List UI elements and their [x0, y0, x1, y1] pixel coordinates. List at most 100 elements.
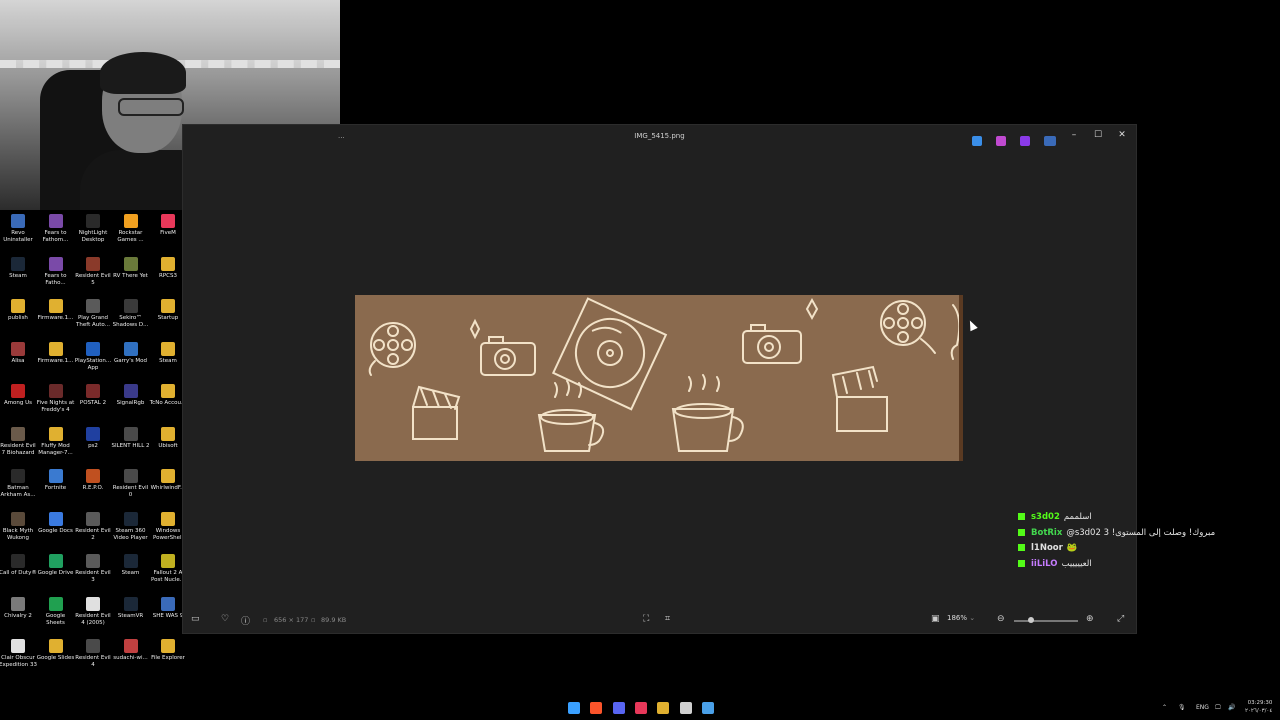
chrome-icon[interactable]: [679, 702, 692, 714]
fullscreen-icon[interactable]: ⤢: [1117, 614, 1124, 624]
desktop-icon[interactable]: Fortnite: [37, 469, 75, 492]
desktop-icon[interactable]: SILENT HILL 2: [112, 426, 150, 450]
desktop-icon[interactable]: Among Us: [0, 384, 37, 407]
app-icon: [48, 426, 63, 441]
desktop-icon[interactable]: Firmware.1...: [37, 341, 75, 365]
desktop-icon[interactable]: SignalRgb: [112, 384, 150, 407]
network-icon[interactable]: 🖵: [1215, 704, 1221, 712]
desktop-icon[interactable]: Resident Evil 7 Biohazard: [0, 426, 37, 457]
affinity-icon[interactable]: [634, 702, 647, 714]
chat-username[interactable]: l1Noor: [1031, 543, 1063, 553]
desktop-icon[interactable]: Resident Evil 5: [74, 256, 112, 287]
zoom-level[interactable]: 186% ⌄: [947, 614, 985, 626]
brave-icon[interactable]: [590, 702, 603, 714]
desktop-icon[interactable]: Fluffy Mod Manager-7...: [37, 426, 75, 457]
desktop-icon[interactable]: sudachi-wi...: [112, 639, 150, 662]
windows-start-icon[interactable]: [568, 702, 580, 714]
zoom-out-icon[interactable]: ⊖: [997, 614, 1005, 624]
fit-to-window-icon[interactable]: ▣: [931, 614, 940, 624]
chat-text: @s3d02 3 !مبروك! وصلت إلى المستوى: [1066, 527, 1216, 538]
chevron-up-icon[interactable]: ⌃: [1162, 704, 1167, 711]
desktop-icon[interactable]: POSTAL 2: [74, 384, 112, 407]
desktop-icon[interactable]: Google Drive: [37, 554, 75, 577]
volume-icon[interactable]: 🔊: [1228, 704, 1235, 711]
zoom-in-icon[interactable]: ⊕: [1086, 614, 1094, 624]
desktop-icon[interactable]: PlayStation... App: [74, 341, 112, 372]
image-icon: ▫: [263, 616, 268, 624]
app-icon: [123, 299, 138, 313]
desktop-icon[interactable]: Call of Duty®: [0, 554, 37, 577]
desktop-icon[interactable]: SteamVR: [112, 596, 150, 620]
desktop-icon[interactable]: Play Grand Theft Auto...: [74, 299, 112, 329]
app-icon: [48, 299, 63, 313]
desktop-icon[interactable]: Chivalry 2: [0, 596, 37, 620]
crop-icon[interactable]: ⛶: [643, 614, 649, 624]
language-indicator[interactable]: ENG: [1196, 704, 1209, 711]
desktop-icon[interactable]: Rockstar Games ...: [112, 214, 150, 244]
desktop-icon-label: NightLight Desktop: [78, 230, 108, 243]
maximize-button[interactable]: ☐: [1091, 130, 1105, 140]
cloud-icon[interactable]: [1044, 136, 1057, 146]
photos-icon[interactable]: [701, 702, 714, 714]
desktop-icon[interactable]: Resident Evil 0: [112, 469, 150, 499]
desktop-icon-label: Rockstar Games ...: [117, 230, 144, 243]
close-button[interactable]: ✕: [1115, 130, 1129, 140]
app-icon: [123, 214, 138, 228]
desktop-icon[interactable]: Fears to Fatho...: [37, 256, 75, 287]
desktop-icon[interactable]: Batman Arkham As...: [0, 469, 37, 499]
desktop-icon[interactable]: Black Myth Wukong: [0, 511, 37, 542]
title-bar[interactable]: ... IMG_5415.png – ☐ ✕: [183, 125, 1136, 149]
zoom-slider-knob[interactable]: [1028, 617, 1034, 623]
app-icon: [86, 554, 100, 568]
desktop-icon-label: Resident Evil 5: [75, 272, 111, 286]
desktop-icon-label: Fluffy Mod Manager-7...: [38, 442, 73, 456]
desktop-icon[interactable]: Alisa: [0, 341, 37, 365]
file-explorer-icon[interactable]: [657, 702, 670, 714]
chat-username[interactable]: iiLiLO: [1031, 559, 1058, 569]
desktop-icon[interactable]: Steam 360 Video Player: [112, 511, 150, 542]
desktop-icon[interactable]: Steam: [112, 554, 150, 577]
desktop-icon[interactable]: Steam: [0, 256, 37, 280]
favorite-icon[interactable]: ♡: [221, 614, 229, 624]
desktop-icon[interactable]: Resident Evil 4: [74, 639, 112, 669]
desktop-icon[interactable]: File Explorer: [149, 639, 187, 662]
desktop-icon-label: SignalRgb: [116, 400, 145, 406]
chat-username[interactable]: BotRix: [1031, 528, 1062, 538]
filmstrip-icon[interactable]: ▭: [191, 614, 200, 624]
desktop-icon[interactable]: Clair Obscur Expedition 33: [0, 639, 37, 669]
designer-icon[interactable]: [1020, 136, 1031, 146]
desktop-icon[interactable]: Google Docs: [37, 511, 75, 535]
desktop-icon[interactable]: NightLight Desktop: [74, 214, 112, 244]
zoom-slider[interactable]: [1014, 617, 1078, 623]
desktop-icon[interactable]: RV There Yet: [112, 256, 150, 280]
microphone-icon[interactable]: 🎙: [1178, 704, 1186, 711]
desktop-icon-label: Resident Evil 4: [75, 655, 111, 668]
paint-icon[interactable]: [996, 136, 1007, 146]
desktop-icon[interactable]: Sekiro™ Shadows D...: [112, 299, 150, 329]
app-icon: [11, 469, 25, 483]
chat-username[interactable]: s3d02: [1031, 512, 1060, 522]
desktop-icon-label: PlayStation... App: [74, 357, 112, 371]
info-icon[interactable]: ⓘ: [241, 614, 250, 627]
desktop-icon[interactable]: Firmware.1...: [37, 299, 75, 322]
desktop-icon[interactable]: Five Nights at Freddy's 4: [37, 384, 75, 414]
desktop-icon-label: ps2: [88, 442, 98, 449]
desktop-icon[interactable]: Resident Evil 3: [74, 554, 112, 584]
desktop-icon[interactable]: Revo Uninstaller: [0, 214, 37, 244]
desktop-icon[interactable]: Fears to Fathom...: [37, 214, 75, 244]
desktop-icon[interactable]: Google Slides: [37, 639, 75, 662]
desktop-icon[interactable]: Resident Evil 4 (2005): [74, 596, 112, 627]
edit-icon[interactable]: [972, 136, 982, 146]
discord-icon[interactable]: [612, 702, 625, 714]
desktop-icon[interactable]: ps2: [74, 426, 112, 450]
desktop-icon[interactable]: publish: [0, 299, 37, 322]
zoom-value: 186%: [947, 614, 968, 622]
desktop-icon[interactable]: Garry's Mod: [112, 341, 150, 365]
clock[interactable]: 03:29:30 ٢٠٢٦/٠٣/٠٤: [1245, 699, 1272, 715]
visual-search-icon[interactable]: ⌗: [665, 614, 670, 624]
app-icon: [123, 256, 138, 271]
minimize-button[interactable]: –: [1067, 130, 1081, 140]
desktop-icon[interactable]: Google Sheets: [37, 596, 75, 627]
desktop-icon[interactable]: Resident Evil 2: [74, 511, 112, 542]
desktop-icon[interactable]: R.E.P.O.: [74, 469, 112, 492]
